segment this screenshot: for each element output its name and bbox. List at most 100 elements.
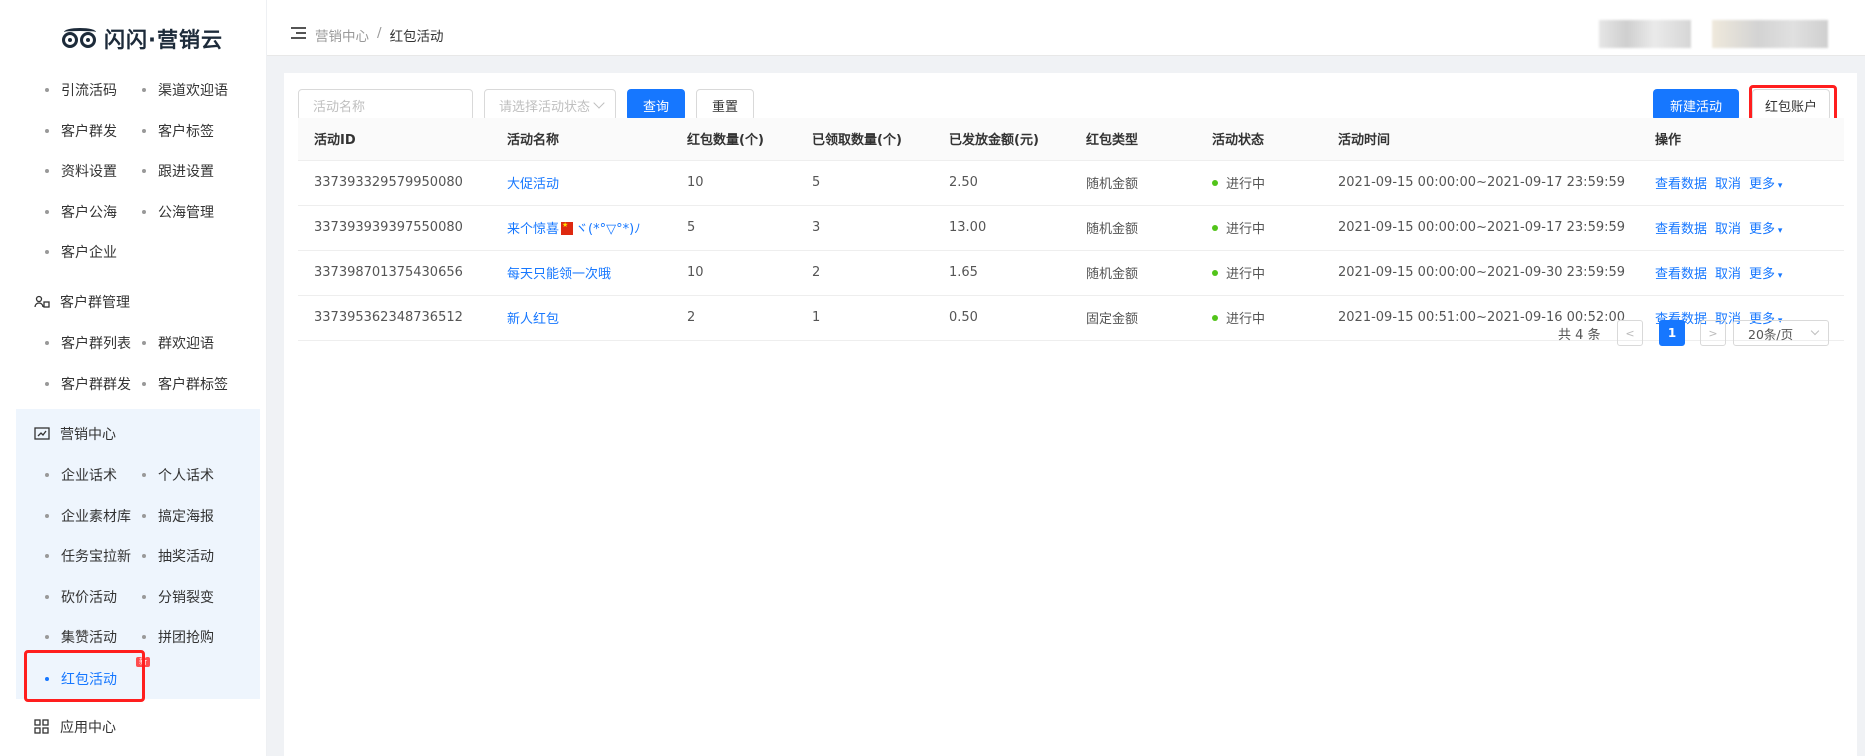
more-dropdown[interactable]: 更多 (1749, 173, 1782, 192)
bullet-dot (142, 554, 146, 558)
activity-id: 337393939397550080 (314, 220, 463, 235)
sidebar-item[interactable]: 客户公海 (45, 202, 117, 222)
cancel-link[interactable]: 取消 (1715, 263, 1741, 282)
sidebar: 闪闪·营销云 引流活码 渠道欢迎语客户群发 客户标签资料设置 跟进设置客户公海 公海管理… (0, 0, 267, 756)
bullet-dot (45, 554, 49, 558)
view-data-link[interactable]: 查看数据 (1655, 263, 1707, 282)
sidebar-item-label: 资料设置 (61, 164, 117, 180)
activity-name-suffix[interactable]: ヾ(*°▽°*)ﾉ (575, 222, 641, 237)
sidebar-item[interactable]: 抽奖活动 (142, 546, 214, 566)
activity-time: 2021-09-15 00:51:00~2021-09-16 00:52:00 (1338, 310, 1626, 325)
sidebar-item[interactable]: 资料设置 (45, 161, 117, 181)
group-app-center[interactable]: 应用中心 (34, 717, 116, 737)
sidebar-item[interactable]: 个人话术 (142, 465, 214, 485)
table-cell: 337395362348736512 (298, 295, 491, 341)
page-size-select[interactable]: 20条/页 (1733, 320, 1829, 346)
sidebar-item[interactable]: 任务宝拉新 (45, 546, 131, 566)
group-customer-group[interactable]: 客户群管理 (34, 292, 130, 312)
sidebar-item-label: 集赞活动 (61, 630, 117, 646)
group-marketing[interactable]: 营销中心 (34, 424, 116, 444)
sidebar-item[interactable]: 分销裂变 (142, 587, 214, 607)
query-button[interactable]: 查询 (627, 89, 685, 121)
activity-name-link[interactable]: 来个惊喜 (507, 222, 559, 237)
status-label: 进行中 (1226, 177, 1266, 192)
pagination-total: 共 4 条 (1558, 328, 1601, 343)
table-cell: 每天只能领一次哦 (491, 250, 671, 296)
table-cell: 进行中 (1196, 160, 1322, 206)
sidebar-item[interactable]: 砍价活动 (45, 587, 117, 607)
table-cell: 随机金额 (1070, 205, 1196, 251)
menu-fold-icon[interactable] (291, 27, 306, 39)
blurred-avatar[interactable] (1712, 20, 1828, 48)
logo[interactable]: 闪闪·营销云 (62, 22, 223, 56)
issued-amount: 0.50 (949, 310, 978, 325)
bullet-dot (142, 341, 146, 345)
column-header: 操作 (1639, 118, 1844, 161)
activity-status-select[interactable]: 请选择活动状态 (484, 89, 616, 121)
bullet-dot (142, 209, 146, 214)
next-page-button[interactable]: > (1700, 320, 1726, 346)
view-data-link[interactable]: 查看数据 (1655, 173, 1707, 192)
more-dropdown[interactable]: 更多 (1749, 218, 1782, 237)
sidebar-item[interactable]: 客户群标签 (142, 374, 228, 394)
received-count: 2 (812, 265, 821, 280)
column-header: 活动名称 (491, 118, 671, 161)
activity-name-link[interactable]: 新人红包 (507, 312, 559, 327)
sidebar-item[interactable]: 企业素材库 (45, 506, 131, 526)
sidebar-item[interactable]: 拼团抢购 (142, 627, 214, 647)
activity-name-input[interactable]: 活动名称 (298, 89, 473, 121)
packet-count: 10 (687, 175, 704, 190)
table-cell: 1.65 (933, 250, 1070, 296)
sidebar-item[interactable]: 搞定海报 (142, 506, 214, 526)
sidebar-item-label: 群欢迎语 (158, 336, 214, 352)
sidebar-item[interactable]: 企业话术 (45, 465, 117, 485)
table-cell: 10 (671, 160, 796, 206)
sidebar-item-label: 跟进设置 (158, 164, 214, 180)
table-cell: 337393329579950080 (298, 160, 491, 206)
sidebar-item[interactable]: 群欢迎语 (142, 333, 214, 353)
received-count: 3 (812, 220, 821, 235)
cancel-link[interactable]: 取消 (1715, 218, 1741, 237)
packet-type: 随机金额 (1086, 177, 1139, 192)
table-cell: 2 (671, 295, 796, 341)
sidebar-item[interactable]: 跟进设置 (142, 161, 214, 181)
activity-time: 2021-09-15 00:00:00~2021-09-17 23:59:59 (1338, 175, 1626, 190)
table-cell: 0.50 (933, 295, 1070, 341)
chevron-down-icon (593, 97, 605, 109)
sidebar-item[interactable]: 集赞活动 (45, 627, 117, 647)
table-cell: 2021-09-15 00:00:00~2021-09-30 23:59:59 (1322, 250, 1639, 296)
breadcrumb: 营销中心 / 红包活动 (315, 25, 444, 45)
sidebar-item[interactable]: 公海管理 (142, 202, 214, 222)
sidebar-item-label: 引流活码 (61, 83, 117, 99)
blurred-user-info[interactable] (1599, 20, 1691, 48)
sidebar-item-label: 搞定海报 (158, 508, 214, 525)
sidebar-item-label: 任务宝拉新 (61, 549, 131, 565)
sidebar-item[interactable]: 客户企业 (45, 242, 117, 262)
prev-page-button[interactable]: < (1617, 320, 1643, 346)
page-1-button[interactable]: 1 (1659, 320, 1685, 346)
status-badge: 进行中 (1212, 263, 1322, 282)
breadcrumb-parent[interactable]: 营销中心 (315, 25, 369, 45)
table-cell: 随机金额 (1070, 250, 1196, 296)
issued-amount: 13.00 (949, 220, 987, 235)
new-activity-button[interactable]: 新建活动 (1653, 89, 1739, 121)
column-header: 已领取数量(个) (796, 118, 933, 161)
sidebar-item[interactable]: 渠道欢迎语 (142, 80, 228, 100)
status-select-placeholder: 请选择活动状态 (499, 99, 591, 115)
reset-button[interactable]: 重置 (696, 89, 754, 121)
activity-name-link[interactable]: 每天只能领一次哦 (507, 267, 611, 282)
view-data-link[interactable]: 查看数据 (1655, 218, 1707, 237)
sidebar-item-label: 砍价活动 (61, 589, 117, 606)
sidebar-item[interactable]: 客户群发 (45, 121, 117, 141)
users-group-icon (34, 294, 50, 310)
bullet-dot (142, 381, 146, 386)
sidebar-item[interactable]: 引流活码 (45, 80, 117, 100)
cancel-link[interactable]: 取消 (1715, 173, 1741, 192)
row-actions: 查看数据取消更多 (1655, 263, 1844, 282)
sidebar-item[interactable]: 客户群群发 (45, 374, 131, 394)
activity-id: 337393329579950080 (314, 175, 463, 190)
more-dropdown[interactable]: 更多 (1749, 263, 1782, 282)
sidebar-item[interactable]: 客户群列表 (45, 333, 131, 353)
activity-name-link[interactable]: 大促活动 (507, 177, 559, 192)
sidebar-item[interactable]: 客户标签 (142, 121, 214, 141)
